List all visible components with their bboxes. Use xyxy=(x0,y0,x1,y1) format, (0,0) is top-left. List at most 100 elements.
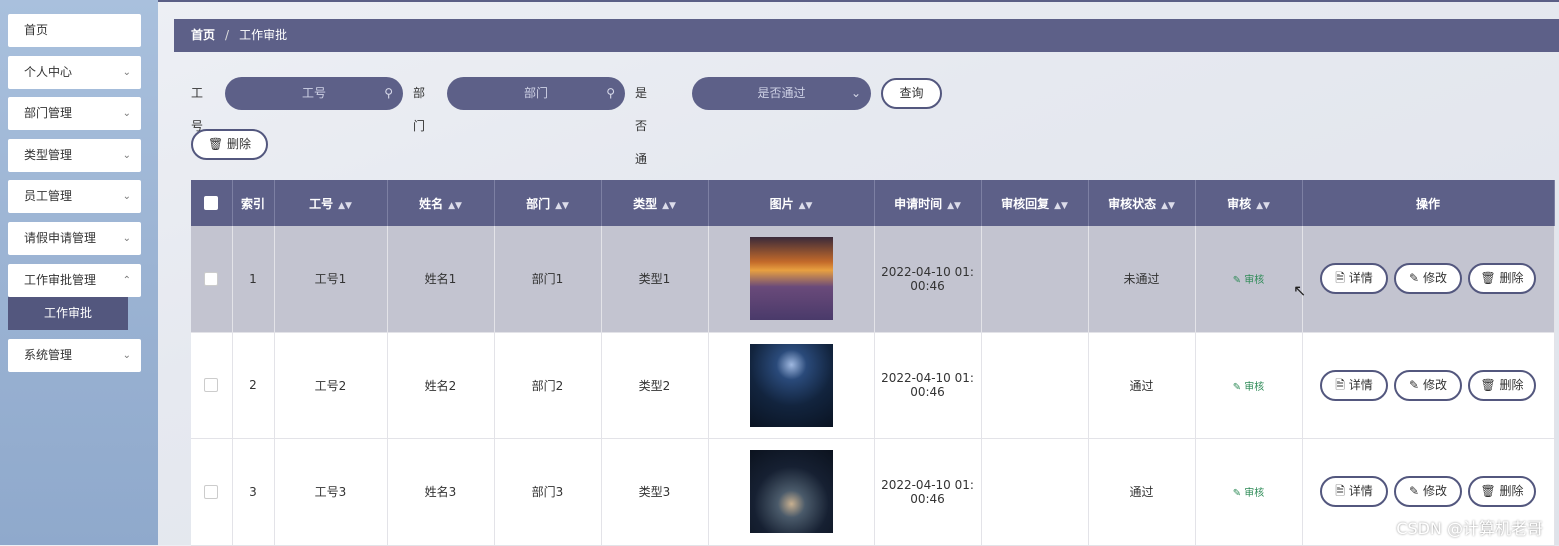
sort-icon[interactable]: ▲▼ xyxy=(555,201,569,211)
row-image-glass-jar[interactable] xyxy=(749,450,833,533)
col-reply-label: 审核回复 xyxy=(1001,196,1050,211)
table-row[interactable]: 1 工号1 姓名1 部门1 类型1 2022-04-10 01: 00:46 未通… xyxy=(191,226,1555,333)
sort-icon[interactable]: ▲▼ xyxy=(947,201,961,211)
row-checkbox[interactable] xyxy=(204,272,219,286)
sidebar-item-label: 首页 xyxy=(24,23,49,37)
col-status[interactable]: 审核状态 ▲▼ xyxy=(1088,180,1196,226)
bumen-input[interactable]: 部门 ⚲ xyxy=(447,77,625,110)
tongguo-select[interactable]: 是否通过 ⌄ xyxy=(692,77,871,110)
audit-link[interactable]: ✎ 审核 xyxy=(1233,488,1265,499)
cell-dept: 部门2 xyxy=(494,332,602,439)
sidebar-item-type[interactable]: 类型管理 ⌄ xyxy=(8,139,141,172)
gonghao-placeholder: 工号 xyxy=(301,86,326,100)
gonghao-input[interactable]: 工号 ⚲ xyxy=(225,77,403,110)
col-gonghao[interactable]: 工号 ▲▼ xyxy=(274,180,388,226)
row-image-lavender-sunset[interactable] xyxy=(749,237,833,321)
edit-button[interactable]: ✎ 修改 xyxy=(1394,263,1462,295)
delete-button[interactable]: 🗑 删除 xyxy=(1468,369,1536,401)
cell-gonghao: 工号3 xyxy=(274,438,388,546)
sort-icon[interactable]: ▲▼ xyxy=(338,201,352,211)
col-name[interactable]: 姓名 ▲▼ xyxy=(387,180,495,226)
chevron-down-icon: ⌄ xyxy=(122,233,131,244)
col-dept-label: 部门 xyxy=(526,196,551,211)
time-line1: 2022-04-10 01: xyxy=(881,264,974,279)
col-audit-label: 审核 xyxy=(1227,196,1252,211)
document-icon: 🗎 xyxy=(1335,377,1345,392)
select-all-checkbox[interactable] xyxy=(204,196,219,211)
sort-icon[interactable]: ▲▼ xyxy=(662,201,676,211)
detail-button[interactable]: 🗎 详情 xyxy=(1320,476,1388,507)
row-image-night-sky[interactable] xyxy=(749,343,833,427)
col-reply[interactable]: 审核回复 ▲▼ xyxy=(981,180,1089,226)
col-index: 索引 xyxy=(232,180,275,226)
audit-link[interactable]: ✎ 审核 xyxy=(1233,382,1265,393)
cell-index: 2 xyxy=(232,332,275,439)
detail-button[interactable]: 🗎 详情 xyxy=(1320,369,1388,401)
delete-label: 删除 xyxy=(1499,271,1524,286)
watermark: CSDN @计算机老哥 xyxy=(1396,519,1543,538)
row-checkbox[interactable] xyxy=(204,484,219,499)
sidebar-item-department[interactable]: 部门管理 ⌄ xyxy=(8,97,141,130)
cell-time: 2022-04-10 01: 00:46 xyxy=(874,226,982,333)
delete-label: 删除 xyxy=(1499,484,1524,498)
chevron-up-icon: ⌃ xyxy=(122,275,131,286)
col-image[interactable]: 图片 ▲▼ xyxy=(708,180,875,226)
bumen-placeholder: 部门 xyxy=(523,86,548,100)
cell-status: 通过 xyxy=(1088,438,1196,546)
col-gonghao-label: 工号 xyxy=(309,196,334,211)
col-time[interactable]: 申请时间 ▲▼ xyxy=(874,180,982,226)
sort-icon[interactable]: ▲▼ xyxy=(799,201,813,211)
delete-button[interactable]: 🗑 删除 xyxy=(1468,263,1536,295)
sidebar-subitem-work-approval[interactable]: 工作审批 xyxy=(8,297,128,330)
sort-icon[interactable]: ▲▼ xyxy=(1161,201,1175,211)
delete-button[interactable]: 🗑 删除 xyxy=(1468,476,1536,507)
data-table: 索引 工号 ▲▼ 姓名 ▲▼ 部门 ▲▼ 类型 ▲▼ 图片 ▲▼ 申请时间 ▲▼ 审核回复 ▲… xyxy=(191,180,1555,546)
cell-type: 类型1 xyxy=(601,226,709,333)
table-row[interactable]: 2 工号2 姓名2 部门2 类型2 2022-04-10 01: 00:46 通过… xyxy=(191,332,1555,439)
cell-gonghao: 工号1 xyxy=(274,226,388,333)
audit-link[interactable]: ✎ 审核 xyxy=(1233,275,1265,286)
chevron-down-icon: ⌄ xyxy=(122,67,131,78)
cell-audit: ✎ 审核 xyxy=(1195,438,1303,546)
batch-delete-button[interactable]: 🗑 删除 xyxy=(191,129,268,160)
col-type-label: 类型 xyxy=(633,196,658,211)
col-image-label: 图片 xyxy=(769,196,794,211)
query-button[interactable]: 查询 xyxy=(881,78,942,109)
cell-dept: 部门1 xyxy=(494,226,602,333)
audit-label: 审核 xyxy=(1244,275,1265,287)
cell-name: 姓名1 xyxy=(387,226,495,333)
sidebar-item-employee[interactable]: 员工管理 ⌄ xyxy=(8,180,141,213)
sidebar-item-system[interactable]: 系统管理 ⌄ xyxy=(8,339,141,372)
sidebar-item-work-approval[interactable]: 工作审批管理 ⌃ xyxy=(8,264,141,297)
sidebar-item-home[interactable]: 首页 xyxy=(8,14,141,47)
select-all-cell[interactable] xyxy=(191,180,233,226)
sidebar-item-personal-center[interactable]: 个人中心 ⌄ xyxy=(8,56,141,89)
row-checkbox[interactable] xyxy=(204,378,219,393)
breadcrumb-home[interactable]: 首页 xyxy=(191,28,215,42)
edit-button[interactable]: ✎ 修改 xyxy=(1394,369,1462,401)
detail-label: 详情 xyxy=(1348,271,1373,286)
col-actions: 操作 xyxy=(1302,180,1555,226)
sort-icon[interactable]: ▲▼ xyxy=(1054,201,1068,211)
table-row[interactable]: 3 工号3 姓名3 部门3 类型3 2022-04-10 01: 00:46 通过… xyxy=(191,438,1555,546)
chevron-down-icon: ⌄ xyxy=(122,108,131,119)
cell-type: 类型3 xyxy=(601,438,709,546)
col-dept[interactable]: 部门 ▲▼ xyxy=(494,180,602,226)
sidebar-item-leave[interactable]: 请假申请管理 ⌄ xyxy=(8,222,141,255)
detail-button[interactable]: 🗎 详情 xyxy=(1320,263,1388,295)
sort-icon[interactable]: ▲▼ xyxy=(448,201,462,211)
cell-time: 2022-04-10 01: 00:46 xyxy=(874,438,982,546)
col-type[interactable]: 类型 ▲▼ xyxy=(601,180,709,226)
col-status-label: 审核状态 xyxy=(1108,196,1157,211)
edit-button[interactable]: ✎ 修改 xyxy=(1394,476,1462,507)
document-icon: 🗎 xyxy=(1335,484,1345,498)
audit-label: 审核 xyxy=(1244,381,1265,393)
cell-reply xyxy=(981,332,1089,439)
breadcrumb-current: 工作审批 xyxy=(239,28,288,42)
breadcrumb-separator: / xyxy=(225,28,230,42)
delete-label: 删除 xyxy=(1499,377,1524,392)
col-audit[interactable]: 审核 ▲▼ xyxy=(1195,180,1303,226)
chevron-down-icon: ⌄ xyxy=(122,150,131,161)
time-line2: 00:46 xyxy=(910,385,945,399)
sort-icon[interactable]: ▲▼ xyxy=(1256,201,1270,211)
